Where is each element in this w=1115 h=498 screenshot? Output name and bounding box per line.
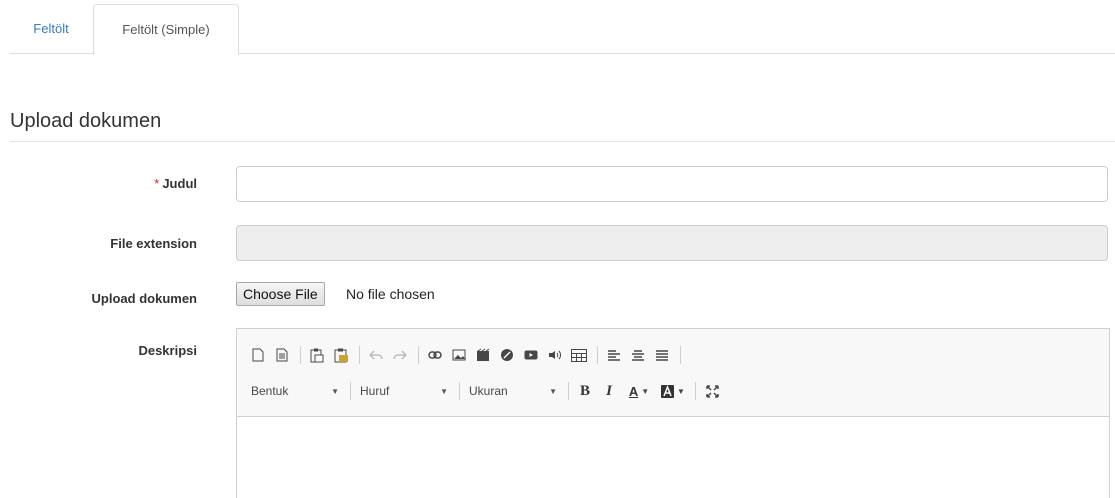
text-color-icon[interactable]: A ▼: [622, 380, 656, 402]
choose-file-button[interactable]: Choose File: [236, 282, 325, 306]
preview-icon[interactable]: [271, 344, 293, 366]
redo-icon[interactable]: [389, 344, 411, 366]
toolbar-separator: [680, 346, 681, 364]
toolbar-separator: [359, 346, 360, 364]
image-icon[interactable]: [448, 344, 470, 366]
judul-label: * Judul: [0, 176, 197, 191]
toolbar-separator: [597, 346, 598, 364]
toolbar-separator: [459, 382, 460, 400]
editor-content-area[interactable]: [237, 418, 1109, 498]
judul-label-text: Judul: [162, 176, 197, 191]
text-color-glyph: A: [628, 383, 639, 399]
justify-icon[interactable]: [651, 344, 673, 366]
paste-icon[interactable]: [306, 344, 328, 366]
maximize-icon[interactable]: [701, 380, 723, 402]
new-page-icon[interactable]: [247, 344, 269, 366]
paste-word-icon[interactable]: [330, 344, 352, 366]
link-icon[interactable]: [424, 344, 446, 366]
chevron-down-icon: ▼: [677, 386, 685, 396]
chevron-down-icon: ▼: [331, 386, 339, 396]
required-marker: *: [154, 176, 160, 191]
toolbar-separator: [350, 382, 351, 400]
italic-glyph: I: [606, 382, 612, 399]
tab-feltolt-simple[interactable]: Feltölt (Simple): [93, 4, 239, 55]
file-extension-label: File extension: [110, 236, 197, 251]
flash-icon[interactable]: [472, 344, 494, 366]
toolbar-separator: [300, 346, 301, 364]
toolbar-separator: [418, 346, 419, 364]
format-combo[interactable]: Bentuk ▼: [247, 380, 345, 402]
font-combo[interactable]: Huruf ▼: [356, 380, 454, 402]
table-icon[interactable]: [568, 344, 590, 366]
align-left-icon[interactable]: [603, 344, 625, 366]
judul-input[interactable]: [236, 166, 1108, 202]
toolbar-separator: [695, 382, 696, 400]
section-title: Upload dokumen: [10, 110, 162, 132]
undo-icon[interactable]: [365, 344, 387, 366]
deskripsi-label: Deskripsi: [138, 343, 197, 358]
bold-icon[interactable]: B: [574, 380, 596, 402]
font-combo-label: Huruf: [360, 384, 390, 398]
youtube-icon[interactable]: [520, 344, 542, 366]
file-status-text: No file chosen: [346, 286, 435, 302]
file-extension-input: [236, 225, 1108, 261]
tab-bar: Feltölt Feltölt (Simple): [10, 4, 1115, 55]
size-combo-label: Ukuran: [469, 384, 508, 398]
tab-feltolt[interactable]: Feltölt: [10, 4, 92, 54]
bold-glyph: B: [579, 382, 590, 399]
chevron-down-icon: ▼: [440, 386, 448, 396]
toolbar-separator: [568, 382, 569, 400]
italic-icon[interactable]: I: [598, 380, 620, 402]
align-center-icon[interactable]: [627, 344, 649, 366]
audio-icon[interactable]: [544, 344, 566, 366]
chevron-down-icon: ▼: [641, 386, 650, 396]
section-divider: [10, 141, 1115, 142]
iframe-icon[interactable]: [496, 344, 518, 366]
chevron-down-icon: ▼: [549, 386, 557, 396]
upload-label: Upload dokumen: [91, 291, 197, 306]
size-combo[interactable]: Ukuran ▼: [465, 380, 563, 402]
format-combo-label: Bentuk: [251, 384, 289, 398]
editor-toolbar: Bentuk ▼ Huruf ▼ Ukuran ▼ B I A ▼ ▼: [237, 329, 1109, 417]
bg-color-icon[interactable]: ▼: [658, 380, 688, 402]
rich-text-editor: Bentuk ▼ Huruf ▼ Ukuran ▼ B I A ▼ ▼: [236, 328, 1110, 498]
